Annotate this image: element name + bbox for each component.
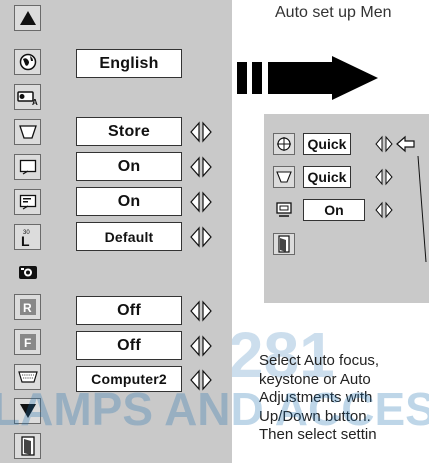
blackboard-value[interactable]: On — [76, 152, 182, 181]
lamp-control-left-right-arrows[interactable] — [186, 299, 216, 323]
terminal-value[interactable]: Computer2 — [76, 366, 182, 392]
instruction-line: Select Auto focus, — [259, 352, 380, 369]
instructions-text: Select Auto focus, keystone or Auto Adju… — [259, 352, 429, 445]
pointer-arrow-icon — [396, 135, 415, 153]
auto-keystone-value[interactable]: Quick — [303, 166, 351, 188]
keystone-left-right-arrows[interactable] — [186, 120, 216, 144]
up-arrow-icon[interactable] — [14, 5, 41, 31]
instruction-line: Then select settin — [259, 426, 377, 443]
ceiling-icon[interactable]: F — [14, 329, 41, 355]
globe-icon[interactable] — [14, 49, 41, 75]
auto-focus-value[interactable]: Quick — [303, 133, 351, 155]
projector-auto-icon[interactable]: A — [14, 84, 41, 110]
auto-pc-adj-value[interactable]: On — [303, 199, 365, 221]
auto-keystone-icon[interactable] — [273, 166, 295, 188]
logo-icon[interactable]: 30 L — [14, 224, 41, 250]
lamp-control-value[interactable]: Off — [76, 296, 182, 325]
down-arrow-icon[interactable] — [14, 398, 41, 424]
keystone-value[interactable]: Store — [76, 117, 182, 146]
blackboard-left-right-arrows[interactable] — [186, 155, 216, 179]
setting-menu-panel: A 30 L R F English Store On On Default Of… — [0, 0, 232, 463]
auto-pc-adj-left-right-arrows[interactable] — [374, 201, 394, 219]
instruction-line: keystone or Auto — [259, 370, 371, 388]
keystone-icon[interactable] — [14, 119, 41, 145]
svg-text:L: L — [21, 233, 30, 247]
blank-screen-icon[interactable] — [14, 154, 41, 180]
auto-keystone-left-right-arrows[interactable] — [374, 168, 394, 186]
auto-setup-submenu: Quick Quick On — [264, 114, 429, 303]
transition-arrow-icon — [237, 56, 378, 100]
terminal-icon[interactable] — [14, 364, 41, 390]
display-icon[interactable] — [14, 189, 41, 215]
callout-line — [417, 155, 427, 263]
rear-icon[interactable]: R — [14, 294, 41, 320]
camera-icon[interactable] — [14, 259, 41, 285]
svg-text:A: A — [32, 98, 38, 106]
instruction-line: Adjustments with — [259, 389, 373, 406]
display-value[interactable]: On — [76, 187, 182, 216]
instruction-line: Up/Down button. — [259, 407, 371, 425]
auto-pc-adj-icon[interactable] — [273, 199, 295, 221]
svg-text:R: R — [23, 301, 32, 315]
display-left-right-arrows[interactable] — [186, 190, 216, 214]
exit-door-icon[interactable] — [14, 433, 41, 459]
logo-left-right-arrows[interactable] — [186, 225, 216, 249]
svg-text:F: F — [24, 336, 31, 350]
terminal-left-right-arrows[interactable] — [186, 368, 216, 392]
exit-door-icon[interactable] — [273, 233, 295, 255]
remote-value[interactable]: Off — [76, 331, 182, 360]
logo-value[interactable]: Default — [76, 222, 182, 251]
language-value[interactable]: English — [76, 49, 182, 78]
auto-setup-menu-title: Auto set up Men — [275, 4, 392, 21]
auto-focus-left-right-arrows[interactable] — [374, 135, 394, 153]
remote-left-right-arrows[interactable] — [186, 334, 216, 358]
auto-focus-icon[interactable] — [273, 133, 295, 155]
